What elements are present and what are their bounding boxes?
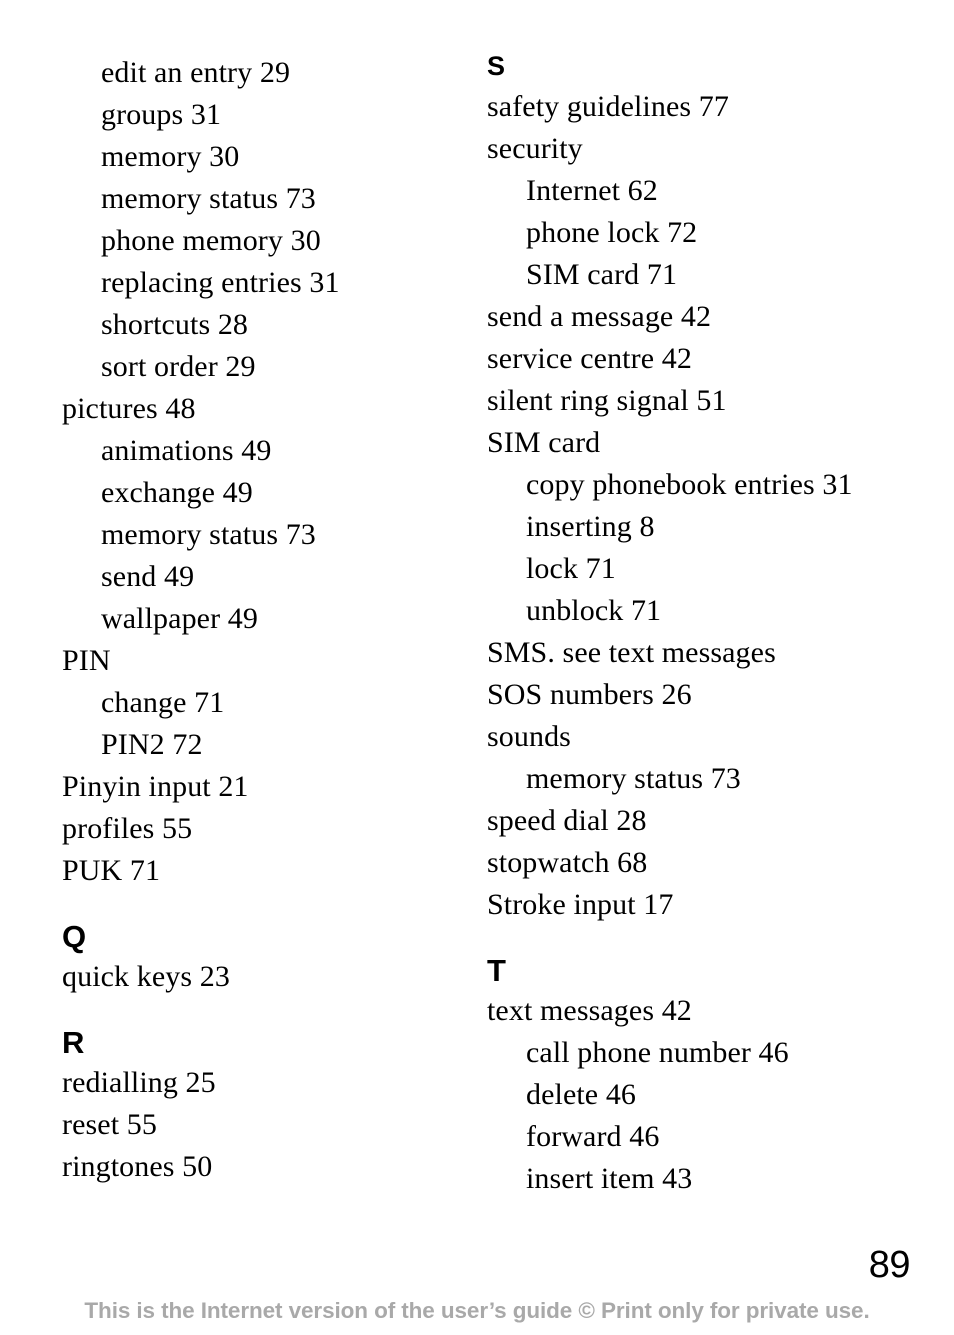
index-entry: animations 49: [101, 434, 272, 467]
index-entry: delete 46: [526, 1078, 637, 1111]
index-entry: redialling 25: [62, 1066, 216, 1099]
index-entry: edit an entry 29: [101, 56, 291, 89]
index-entry: SMS. see text messages: [487, 636, 776, 669]
index-entry: security: [487, 132, 583, 165]
index-entry: profiles 55: [62, 812, 193, 845]
index-entry: PUK 71: [62, 854, 161, 887]
index-entry: quick keys 23: [62, 960, 230, 993]
index-column-left: edit an entry 29 groups 31 memory 30 memory…: [0, 52, 447, 1188]
index-entry: memory status 73: [101, 518, 316, 551]
index-page: edit an entry 29 groups 31 memory 30 memory…: [0, 0, 954, 1335]
index-entry: memory status 73: [526, 762, 741, 795]
index-entry: text messages 42: [487, 994, 692, 1027]
index-entry: ringtones 50: [62, 1150, 213, 1183]
index-entry: phone memory 30: [101, 224, 321, 257]
index-entry: change 71: [101, 686, 225, 719]
index-entry: stopwatch 68: [487, 846, 648, 879]
index-entry: exchange 49: [101, 476, 253, 509]
index-entry: sounds: [487, 720, 571, 753]
index-letter-heading: R: [62, 1025, 84, 1060]
index-entry: PIN2 72: [101, 728, 203, 761]
index-entry: SOS numbers 26: [487, 678, 692, 711]
index-entry: insert item 43: [526, 1162, 693, 1195]
index-entry: service centre 42: [487, 342, 692, 375]
index-entry: memory 30: [101, 140, 240, 173]
index-entry: silent ring signal 51: [487, 384, 727, 417]
index-entry: phone lock 72: [526, 216, 698, 249]
index-entry: speed dial 28: [487, 804, 647, 837]
index-entry: reset 55: [62, 1108, 157, 1141]
index-columns: edit an entry 29 groups 31 memory 30 memory…: [0, 51, 954, 1200]
index-letter-heading: Q: [62, 919, 86, 954]
index-entry: send a message 42: [487, 300, 712, 333]
index-entry: unblock 71: [526, 594, 662, 627]
index-entry: pictures 48: [62, 392, 196, 425]
page-number: 89: [868, 1244, 911, 1286]
index-letter-heading: T: [487, 953, 506, 988]
index-entry: groups 31: [101, 98, 222, 131]
index-column-right: Ssafety guidelines 77 security Internet 62…: [447, 51, 954, 1200]
footer-notice: This is the Internet version of the user…: [84, 1298, 870, 1323]
index-entry: send 49: [101, 560, 195, 593]
index-entry: sort order 29: [101, 350, 256, 383]
index-entry: wallpaper 49: [101, 602, 258, 635]
index-entry: SIM card 71: [526, 258, 678, 291]
index-entry: forward 46: [526, 1120, 660, 1153]
index-entry: Pinyin input 21: [62, 770, 249, 803]
index-entry: call phone number 46: [526, 1036, 789, 1069]
index-entry: lock 71: [526, 552, 616, 585]
index-letter-heading: S: [487, 51, 505, 81]
index-entry: copy phonebook entries 31: [526, 468, 853, 501]
index-entry: replacing entries 31: [101, 266, 340, 299]
index-entry: shortcuts 28: [101, 308, 249, 341]
index-entry: memory status 73: [101, 182, 316, 215]
index-entry: PIN: [62, 644, 111, 677]
index-entry: inserting 8: [526, 510, 655, 543]
index-entry: SIM card: [487, 426, 601, 459]
index-entry: safety guidelines 77: [487, 90, 729, 123]
index-entry: Internet 62: [526, 174, 658, 207]
index-entry: Stroke input 17: [487, 888, 674, 921]
